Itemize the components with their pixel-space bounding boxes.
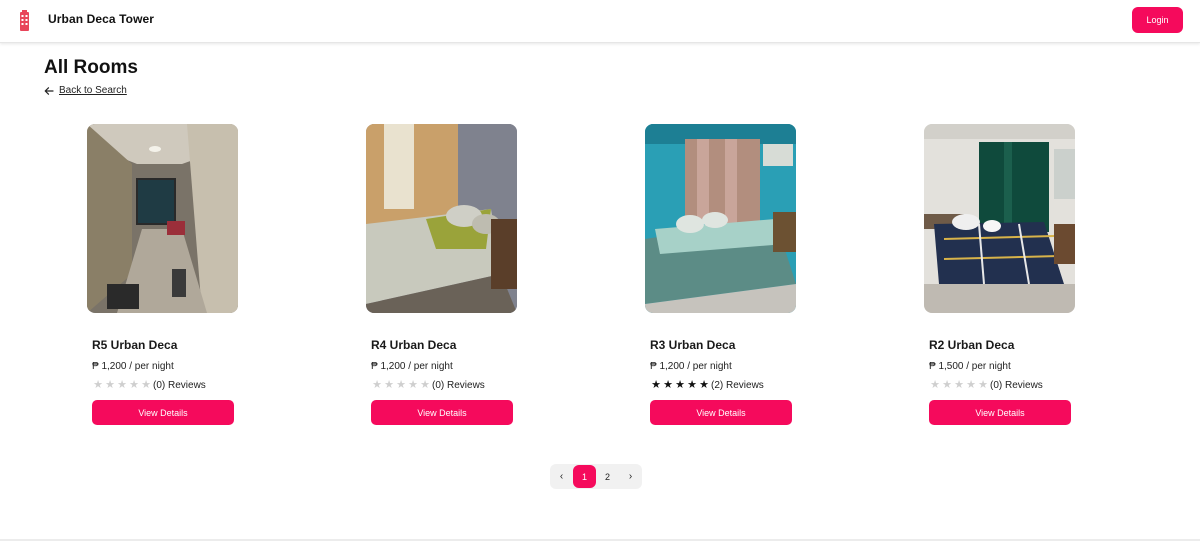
review-count: (2) Reviews — [711, 380, 764, 391]
room-rating: ★ ★ ★ ★ ★ (0) Reviews — [371, 380, 485, 392]
room-rating: ★ ★ ★ ★ ★ (0) Reviews — [929, 380, 1043, 392]
star-icon: ★ — [396, 379, 406, 391]
next-page-button[interactable]: › — [619, 465, 642, 488]
room-name[interactable]: R2 Urban Deca — [929, 338, 1014, 352]
prev-page-button[interactable]: ‹ — [550, 465, 573, 488]
star-icon: ★ — [420, 379, 430, 391]
star-icon: ★ — [129, 379, 139, 391]
star-rating: ★ ★ ★ ★ ★ — [650, 380, 710, 391]
page-button-1[interactable]: 1 — [573, 465, 596, 488]
room-name[interactable]: R4 Urban Deca — [371, 338, 456, 352]
pagination: ‹ 1 2 › — [550, 464, 642, 489]
star-icon: ★ — [117, 379, 127, 391]
star-icon: ★ — [141, 379, 151, 391]
room-price: ₱ 1,500 / per night — [929, 361, 1011, 372]
room-name[interactable]: R5 Urban Deca — [92, 338, 177, 352]
star-icon: ★ — [384, 379, 394, 391]
room-photo[interactable] — [366, 124, 517, 313]
view-details-button[interactable]: View Details — [650, 400, 792, 425]
room-name[interactable]: R3 Urban Deca — [650, 338, 735, 352]
star-rating: ★ ★ ★ ★ ★ — [371, 380, 431, 391]
room-price: ₱ 1,200 / per night — [650, 361, 732, 372]
star-icon: ★ — [942, 379, 952, 391]
room-photo[interactable] — [645, 124, 796, 313]
back-to-search-link[interactable]: Back to Search — [44, 85, 127, 96]
star-icon: ★ — [930, 379, 940, 391]
room-price: ₱ 1,200 / per night — [371, 361, 453, 372]
star-icon: ★ — [978, 379, 988, 391]
navbar: Urban Deca Tower Login — [0, 0, 1200, 43]
room-photo[interactable] — [87, 124, 238, 313]
brand-name[interactable]: Urban Deca Tower — [48, 12, 154, 26]
star-icon: ★ — [966, 379, 976, 391]
arrow-left-icon — [44, 86, 54, 95]
star-icon: ★ — [651, 379, 661, 391]
room-rating: ★ ★ ★ ★ ★ (2) Reviews — [650, 380, 764, 392]
room-rating: ★ ★ ★ ★ ★ (0) Reviews — [92, 380, 206, 392]
view-details-button[interactable]: View Details — [92, 400, 234, 425]
star-icon: ★ — [675, 379, 685, 391]
view-details-button[interactable]: View Details — [371, 400, 513, 425]
room-photo[interactable] — [924, 124, 1075, 313]
star-icon: ★ — [687, 379, 697, 391]
building-logo-icon[interactable] — [19, 10, 30, 31]
star-icon: ★ — [699, 379, 709, 391]
review-count: (0) Reviews — [153, 380, 206, 391]
review-count: (0) Reviews — [990, 380, 1043, 391]
star-icon: ★ — [93, 379, 103, 391]
star-rating: ★ ★ ★ ★ ★ — [92, 380, 152, 391]
review-count: (0) Reviews — [432, 380, 485, 391]
star-icon: ★ — [105, 379, 115, 391]
room-price: ₱ 1,200 / per night — [92, 361, 174, 372]
star-icon: ★ — [663, 379, 673, 391]
star-icon: ★ — [408, 379, 418, 391]
star-icon: ★ — [372, 379, 382, 391]
back-to-search-label[interactable]: Back to Search — [59, 85, 127, 96]
view-details-button[interactable]: View Details — [929, 400, 1071, 425]
star-icon: ★ — [954, 379, 964, 391]
login-button[interactable]: Login — [1132, 7, 1183, 33]
page-title: All Rooms — [44, 57, 138, 78]
page-button-2[interactable]: 2 — [596, 465, 619, 488]
star-rating: ★ ★ ★ ★ ★ — [929, 380, 989, 391]
